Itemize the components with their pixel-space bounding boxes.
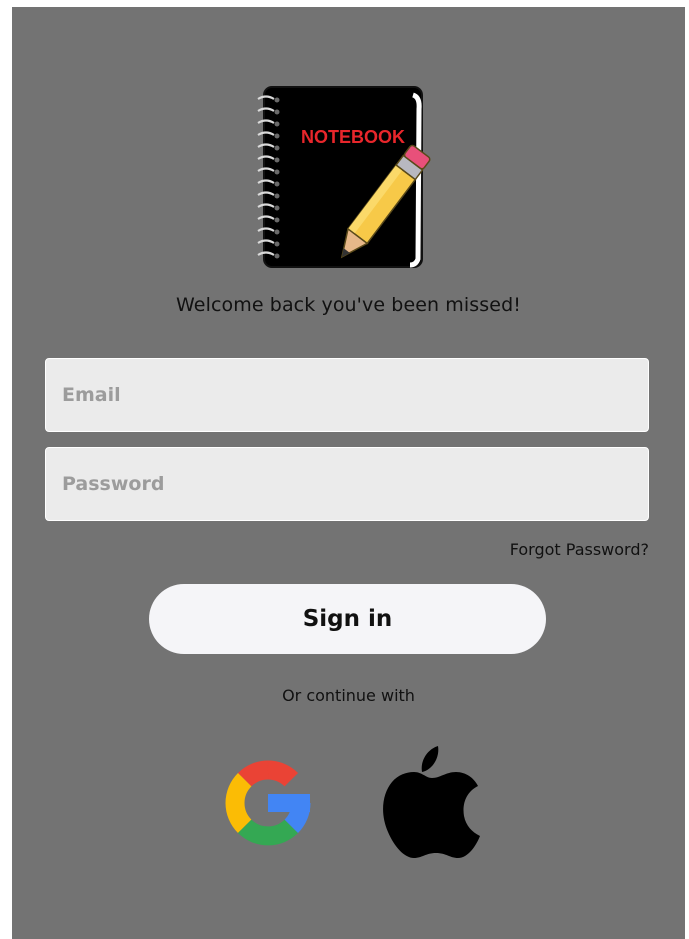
email-field[interactable] <box>45 358 649 432</box>
sign-in-button[interactable]: Sign in <box>149 584 546 654</box>
notebook-logo-icon: NOTEBOOK <box>250 83 438 271</box>
apple-icon[interactable] <box>380 742 484 862</box>
forgot-password-link[interactable]: Forgot Password? <box>510 540 649 559</box>
google-icon[interactable] <box>222 757 314 849</box>
login-screen: NOTEBOOK Welcome back you've been missed… <box>12 7 685 939</box>
continue-with-label: Or continue with <box>282 686 415 705</box>
welcome-message: Welcome back you've been missed! <box>176 294 521 316</box>
notebook-logo-text: NOTEBOOK <box>301 127 405 147</box>
password-field[interactable] <box>45 447 649 521</box>
